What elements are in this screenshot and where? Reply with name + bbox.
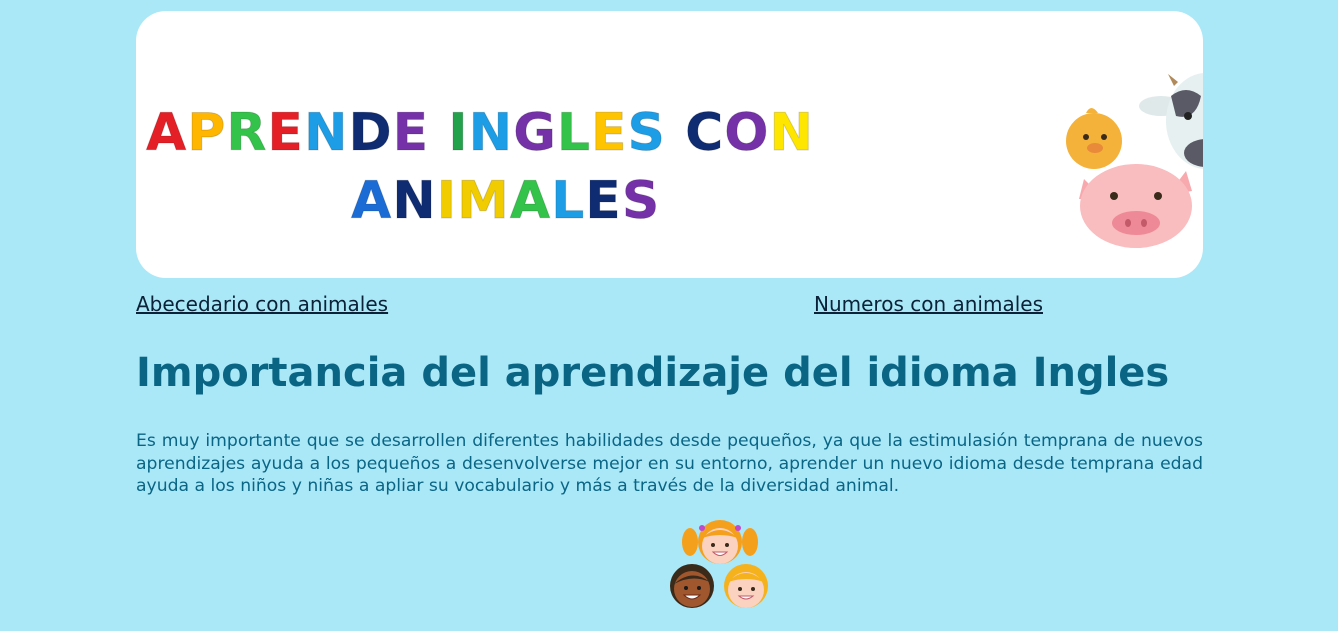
banner-letter: N (392, 171, 437, 232)
header-banner: APRENDE INGLES CON ANIMALES (136, 11, 1203, 278)
banner-letter: A (145, 103, 188, 164)
pig-icon (1079, 164, 1192, 248)
banner-letter: E (392, 103, 430, 164)
banner-letter: C (685, 103, 725, 164)
banner-title-line-2: ANIMALES (350, 171, 661, 232)
banner-letter: E (585, 171, 622, 232)
link-numeros[interactable]: Numeros con animales (814, 292, 1043, 316)
banner-letter: O (724, 103, 770, 164)
banner-letter: A (350, 171, 393, 232)
banner-title-line-1: APRENDE INGLES CON (145, 103, 815, 164)
banner-letter: N (303, 103, 349, 164)
banner-letter (666, 103, 685, 163)
cow-icon (1139, 73, 1203, 169)
banner-letter: N (468, 103, 514, 164)
banner-letter: D (348, 103, 393, 164)
banner-letter: I (436, 171, 458, 232)
banner-letter: P (187, 103, 227, 164)
boy-face-icon (670, 564, 714, 608)
girl-face-icon (682, 520, 758, 564)
page-heading: Importancia del aprendizaje del idioma I… (136, 350, 1170, 396)
banner-letter: N (769, 103, 815, 164)
banner-letter: S (621, 171, 661, 232)
banner-letter: I (448, 103, 469, 164)
kids-faces-icon (670, 520, 768, 608)
intro-paragraph: Es muy importante que se desarrollen dif… (136, 431, 1203, 496)
farm-animals-illustration (1066, 73, 1203, 248)
banner-letter: M (457, 171, 510, 232)
banner-letter: E (267, 103, 304, 164)
banner-letter: L (556, 103, 592, 164)
banner-letter: A (509, 171, 552, 232)
banner-letter (429, 103, 448, 163)
banner-letter: E (591, 103, 628, 164)
banner-letter: S (627, 103, 666, 164)
chick-icon (1066, 108, 1122, 169)
blond-boy-face-icon (724, 564, 768, 608)
banner-letter: R (226, 103, 268, 164)
banner-letter: G (513, 103, 557, 164)
link-abecedario[interactable]: Abecedario con animales (136, 292, 388, 316)
banner-letter: L (551, 171, 586, 232)
